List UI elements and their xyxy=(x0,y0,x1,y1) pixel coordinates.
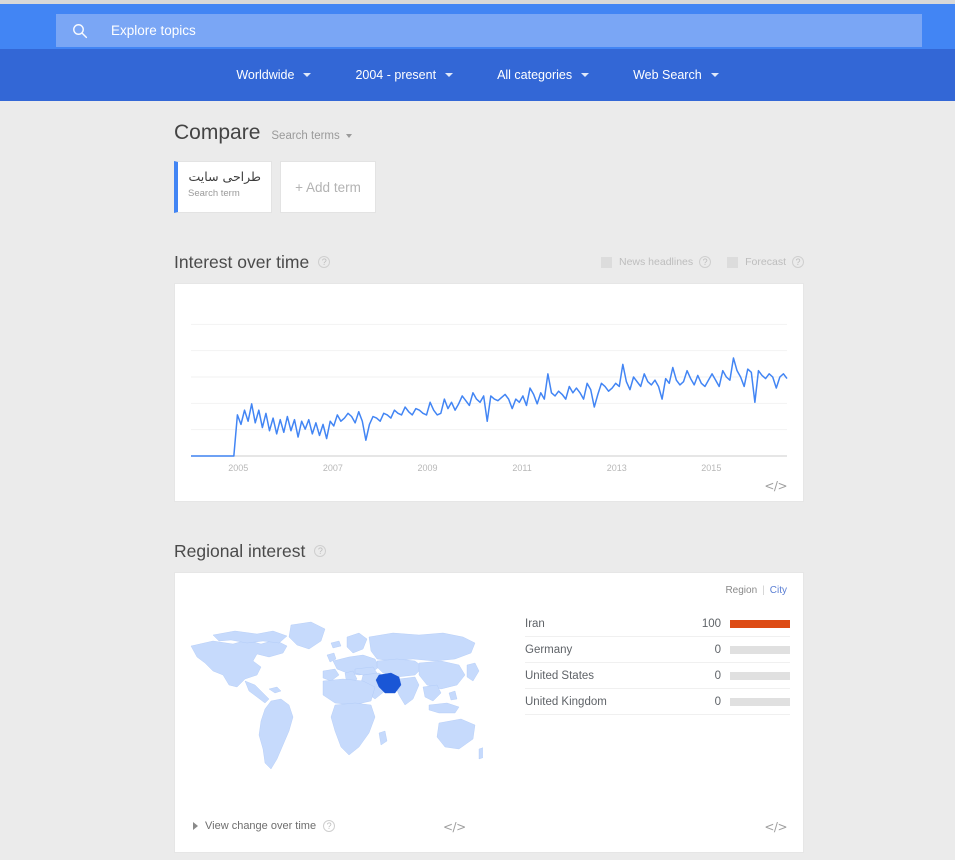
ranking-row[interactable]: United Kingdom 0 xyxy=(525,689,790,715)
ranking-region-name: Germany xyxy=(525,643,573,656)
ranking-row[interactable]: Iran 100 xyxy=(525,611,790,637)
ranking-value: 100 xyxy=(701,617,721,630)
ranking-value: 0 xyxy=(714,643,721,656)
ranking-value: 0 xyxy=(714,669,721,682)
nav-item-categories[interactable]: All categories xyxy=(497,68,590,82)
help-icon[interactable]: ? xyxy=(318,256,331,268)
toggle-separator: | xyxy=(762,585,765,596)
ranking-region-name: United States xyxy=(525,669,595,682)
nav-item-time-range-label: 2004 - present xyxy=(355,68,437,82)
x-axis-tick-label: 2005 xyxy=(228,463,248,473)
nav-item-search-type[interactable]: Web Search xyxy=(633,68,719,82)
search-input[interactable] xyxy=(111,23,922,38)
checkbox-icon[interactable] xyxy=(727,256,739,268)
region-city-toggle: Region | City xyxy=(725,585,787,596)
ranking-row[interactable]: United States 0 xyxy=(525,663,790,689)
ranking-bar xyxy=(730,645,790,654)
world-map[interactable] xyxy=(183,613,483,793)
regional-interest-title: Regional interest xyxy=(174,540,306,561)
search-term-subtitle: Search term xyxy=(188,188,240,199)
ranking-bar xyxy=(730,697,790,706)
news-headlines-label: News headlines xyxy=(619,256,694,268)
compare-kind-selector[interactable]: Search terms xyxy=(271,130,352,142)
google-trends-page: Worldwide 2004 - present All categories … xyxy=(0,0,955,860)
help-icon[interactable]: ? xyxy=(792,256,804,268)
add-term-button[interactable]: + Add term xyxy=(280,161,376,213)
main-content: Compare Search terms طراحی سایت Search t… xyxy=(0,101,955,860)
ranking-bar xyxy=(730,671,790,680)
ranking-bar xyxy=(730,619,790,628)
search-term-card[interactable]: طراحی سایت Search term xyxy=(174,161,272,213)
region-toggle-city[interactable]: City xyxy=(770,585,787,596)
view-change-over-time-label: View change over time xyxy=(205,820,317,832)
embed-code-icon[interactable]: </> xyxy=(764,479,787,493)
compare-header: Compare Search terms xyxy=(174,101,804,145)
ranking-region-name: United Kingdom xyxy=(525,695,607,708)
chevron-down-icon xyxy=(445,73,454,77)
triangle-right-icon xyxy=(193,822,198,830)
regional-interest-header: Regional interest ? xyxy=(174,538,804,564)
nav-item-location[interactable]: Worldwide xyxy=(236,68,312,82)
news-headlines-toggle[interactable]: News headlines ? xyxy=(601,256,712,268)
chevron-down-icon xyxy=(581,73,590,77)
search-term-text: طراحی سایت xyxy=(188,169,261,184)
ranking-row[interactable]: Germany 0 xyxy=(525,637,790,663)
view-change-over-time-button[interactable]: View change over time ? xyxy=(193,820,336,832)
x-axis-tick-label: 2007 xyxy=(323,463,343,473)
regional-interest-card: Region | City Iran 100 Germany 0 United … xyxy=(174,572,804,853)
help-icon[interactable]: ? xyxy=(699,256,712,268)
chevron-down-icon xyxy=(710,73,719,77)
regional-rankings-list: Iran 100 Germany 0 United States 0 United King… xyxy=(525,611,790,715)
embed-code-icon[interactable]: </> xyxy=(764,820,787,834)
checkbox-icon[interactable] xyxy=(601,256,612,268)
x-axis-tick-label: 2011 xyxy=(512,463,531,473)
compare-kind-label: Search terms xyxy=(271,130,340,142)
ranking-region-name: Iran xyxy=(525,617,545,630)
x-axis-tick-label: 2009 xyxy=(417,463,437,473)
forecast-label: Forecast xyxy=(745,256,786,268)
regional-interest-footer: View change over time ? </> </> xyxy=(175,806,803,852)
region-toggle-region[interactable]: Region xyxy=(725,585,757,596)
nav-item-search-type-label: Web Search xyxy=(633,68,702,82)
search-header xyxy=(0,4,955,49)
x-axis-tick-label: 2013 xyxy=(607,463,627,473)
search-icon xyxy=(71,22,89,40)
interest-over-time-card: 2005 2007 2009 2011 2013 2015 </> xyxy=(174,283,804,502)
interest-over-time-header: Interest over time ? News headlines ? Fo… xyxy=(174,249,804,275)
search-box[interactable] xyxy=(56,14,922,47)
filter-nav-bar: Worldwide 2004 - present All categories … xyxy=(0,49,955,101)
nav-item-time-range[interactable]: 2004 - present xyxy=(355,68,454,82)
interest-over-time-title: Interest over time xyxy=(174,251,310,272)
ranking-value: 0 xyxy=(714,695,721,708)
help-icon[interactable]: ? xyxy=(314,545,327,557)
compare-title: Compare xyxy=(174,121,261,144)
nav-item-location-label: Worldwide xyxy=(236,68,295,82)
compare-term-row: طراحی سایت Search term + Add term xyxy=(174,161,804,213)
ranking-bar-fill xyxy=(730,619,790,628)
chevron-down-icon xyxy=(345,134,352,138)
x-axis-tick-label: 2015 xyxy=(701,463,721,473)
trends-line-chart[interactable]: 2005 2007 2009 2011 2013 2015 xyxy=(175,284,803,503)
help-icon[interactable]: ? xyxy=(323,820,336,832)
forecast-toggle[interactable]: Forecast ? xyxy=(727,256,804,268)
series-line xyxy=(191,357,788,457)
chevron-down-icon xyxy=(303,73,312,77)
nav-item-categories-label: All categories xyxy=(497,68,573,82)
embed-code-icon[interactable]: </> xyxy=(443,820,466,834)
